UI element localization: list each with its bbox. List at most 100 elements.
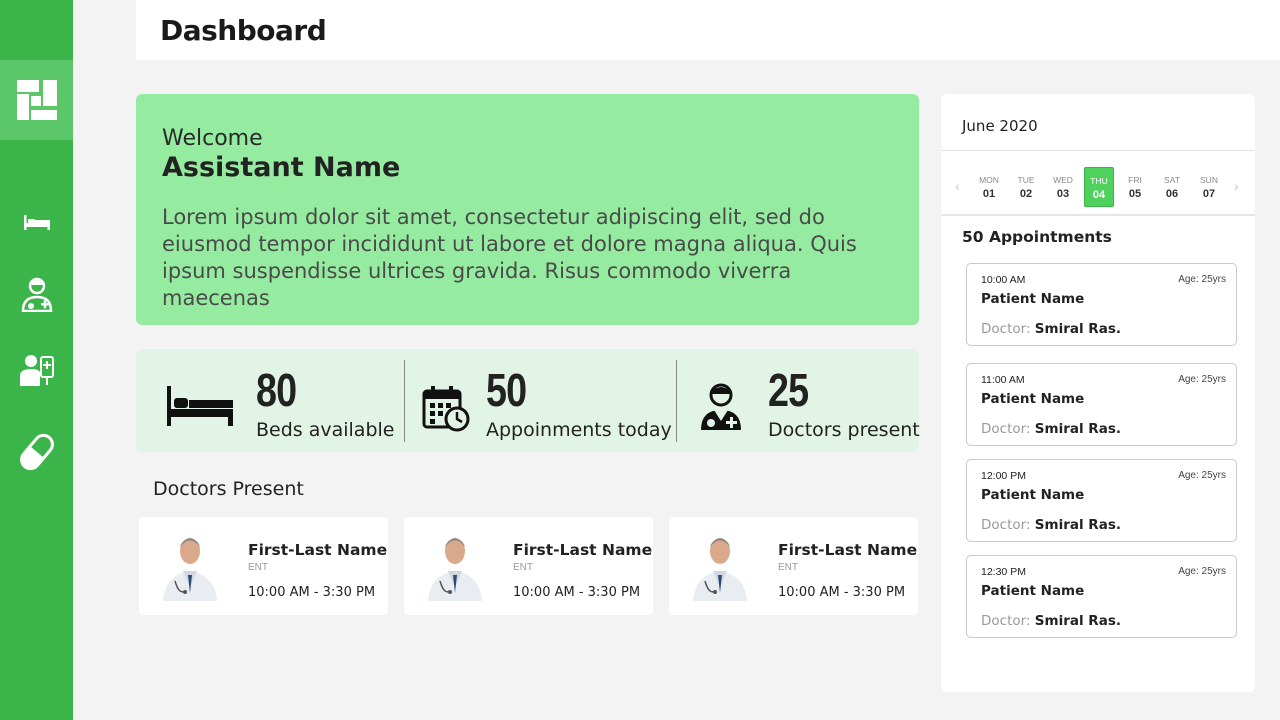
calendar-day-wed[interactable]: WED 03 — [1048, 167, 1078, 207]
doctor-photo — [687, 531, 753, 601]
doctor-icon — [701, 383, 741, 430]
patient-name: Patient Name — [981, 291, 1085, 307]
doctor-icon — [21, 277, 52, 312]
patient-age: Age: 25yrs — [1178, 470, 1226, 481]
appointments-label: Appoinments today — [486, 419, 672, 441]
day-date: 02 — [1019, 188, 1033, 200]
doctor-dept: ENT — [513, 562, 533, 573]
doctor-hours: 10:00 AM - 3:30 PM — [248, 585, 376, 600]
appointment-card[interactable]: 10:00 AM Age: 25yrs Patient Name Doctor:… — [966, 263, 1237, 346]
patient-name: Patient Name — [981, 583, 1085, 599]
doctor-hours: 10:00 AM - 3:30 PM — [513, 585, 641, 600]
divider — [676, 360, 677, 442]
doctor-dept: ENT — [778, 562, 798, 573]
divider — [404, 360, 405, 442]
doctor-name: Smiral Ras. — [1034, 321, 1121, 337]
calendar-day-tue[interactable]: TUE 02 — [1011, 167, 1041, 207]
doctor-name: First-Last Name — [248, 541, 388, 559]
stats-bar: 80 Beds available 50 Appoinments today 2… — [136, 349, 920, 452]
day-name: SUN — [1200, 175, 1218, 185]
welcome-text: Lorem ipsum dolor sit amet, consectetur … — [162, 205, 857, 310]
appointment-doctor: Doctor: Smiral Ras. — [981, 613, 1121, 629]
patient-name: Patient Name — [981, 391, 1085, 407]
doctor-label: Doctor: — [981, 517, 1031, 533]
doctor-card[interactable]: First-Last Name ENT 10:00 AM - 3:30 PM — [139, 517, 388, 615]
appointment-doctor: Doctor: Smiral Ras. — [981, 517, 1121, 533]
patient-icon — [19, 355, 54, 386]
doctors-label: Doctors present — [768, 419, 920, 441]
calendar-month: June 2020 — [962, 117, 1038, 135]
day-date: 03 — [1056, 188, 1070, 200]
doctor-name: Smiral Ras. — [1034, 613, 1121, 629]
patient-age: Age: 25yrs — [1178, 566, 1226, 577]
appointments-count: 50 — [486, 364, 527, 416]
sidebar — [0, 0, 73, 720]
next-week-button[interactable]: › — [1234, 178, 1239, 194]
welcome-greeting: Welcome — [162, 126, 263, 151]
doctor-card[interactable]: First-Last Name ENT 10:00 AM - 3:30 PM — [669, 517, 918, 615]
nav-item-pharmacy[interactable] — [0, 430, 73, 474]
day-date: 05 — [1128, 188, 1142, 200]
appointments-panel: June 2020 ‹ MON 01 TUE 02 WED 03 THU 04 … — [941, 94, 1255, 692]
page-title: Dashboard — [160, 14, 327, 47]
calendar-day-sat[interactable]: SAT 06 — [1157, 167, 1187, 207]
doctor-label: Doctor: — [981, 613, 1031, 629]
day-name: SAT — [1164, 175, 1180, 185]
calendar-clock-icon — [422, 386, 470, 432]
appointments-count-title: 50 Appointments — [962, 228, 1112, 246]
calendar-day-fri[interactable]: FRI 05 — [1120, 167, 1150, 207]
appointment-time: 11:00 AM — [981, 374, 1025, 386]
doctor-photo — [157, 531, 223, 601]
nav-item-beds[interactable] — [0, 200, 73, 244]
doctor-dept: ENT — [248, 562, 268, 573]
header: Dashboard — [136, 0, 1280, 60]
appointment-time: 10:00 AM — [981, 274, 1026, 286]
appointment-time: 12:30 PM — [981, 566, 1026, 578]
appointment-time: 12:00 PM — [981, 470, 1026, 482]
bed-icon — [23, 215, 50, 230]
appointment-doctor: Doctor: Smiral Ras. — [981, 421, 1121, 437]
appointment-card[interactable]: 11:00 AM Age: 25yrs Patient Name Doctor:… — [966, 363, 1237, 446]
doctor-hours: 10:00 AM - 3:30 PM — [778, 585, 906, 600]
bed-icon — [167, 386, 233, 426]
doctor-name: First-Last Name — [513, 541, 653, 559]
welcome-card: Welcome Assistant Name Lorem ipsum dolor… — [136, 94, 919, 325]
doctors-count: 25 — [768, 364, 809, 416]
dashboard-nav-item[interactable] — [0, 60, 73, 140]
patient-age: Age: 25yrs — [1178, 274, 1226, 285]
nav-item-patients[interactable] — [0, 348, 73, 392]
patient-age: Age: 25yrs — [1178, 374, 1226, 385]
appointment-doctor: Doctor: Smiral Ras. — [981, 321, 1121, 337]
prev-week-button[interactable]: ‹ — [955, 178, 960, 194]
dashboard-icon — [16, 80, 57, 120]
doctor-name: Smiral Ras. — [1034, 517, 1121, 533]
doctor-name: First-Last Name — [778, 541, 918, 559]
doctor-photo — [422, 531, 488, 601]
calendar-day-mon[interactable]: MON 01 — [974, 167, 1004, 207]
nav-item-doctors[interactable] — [0, 272, 73, 316]
doctor-card[interactable]: First-Last Name ENT 10:00 AM - 3:30 PM — [404, 517, 653, 615]
beds-count: 80 — [256, 364, 297, 416]
doctor-name: Smiral Ras. — [1034, 421, 1121, 437]
day-date: 07 — [1202, 188, 1216, 200]
day-date: 01 — [982, 188, 996, 200]
doctor-label: Doctor: — [981, 421, 1031, 437]
day-date: 04 — [1092, 189, 1106, 201]
day-date: 06 — [1165, 188, 1179, 200]
assistant-name: Assistant Name — [162, 152, 401, 183]
beds-label: Beds available — [256, 419, 395, 441]
day-name: FRI — [1128, 175, 1142, 185]
day-name: WED — [1053, 175, 1073, 185]
day-name: THU — [1090, 176, 1108, 186]
day-name: TUE — [1017, 175, 1035, 185]
calendar-day-sun[interactable]: SUN 07 — [1194, 167, 1224, 207]
appointment-card[interactable]: 12:00 PM Age: 25yrs Patient Name Doctor:… — [966, 459, 1237, 542]
divider — [941, 150, 1255, 151]
doctors-present-title: Doctors Present — [153, 478, 304, 500]
calendar-day-thu-selected[interactable]: THU 04 — [1084, 167, 1114, 207]
pill-icon — [19, 433, 54, 471]
day-name: MON — [979, 175, 999, 185]
appointment-card[interactable]: 12:30 PM Age: 25yrs Patient Name Doctor:… — [966, 555, 1237, 638]
divider — [941, 214, 1255, 216]
patient-name: Patient Name — [981, 487, 1085, 503]
